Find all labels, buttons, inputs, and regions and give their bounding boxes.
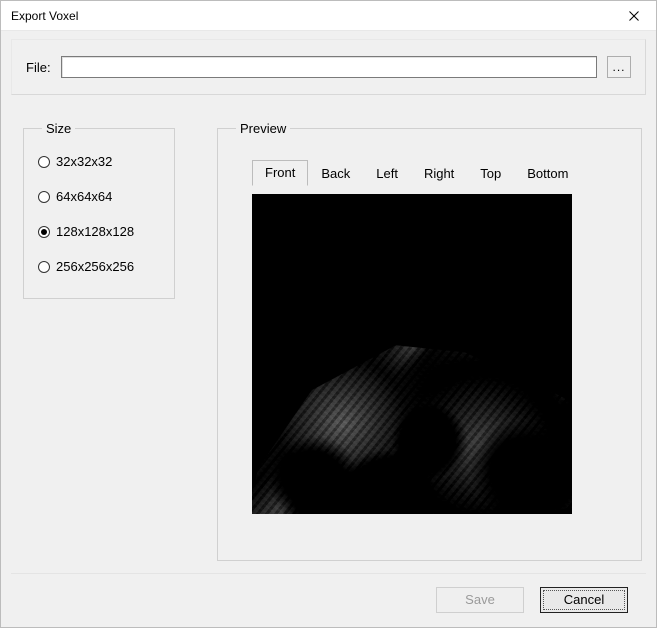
size-legend: Size (42, 121, 75, 136)
tab-top[interactable]: Top (473, 161, 508, 186)
titlebar: Export Voxel (1, 1, 656, 31)
dialog-button-row: Save Cancel (11, 573, 646, 617)
export-voxel-dialog: Export Voxel File: ... Size 32x32x32 64x6… (0, 0, 657, 628)
radio-indicator (38, 226, 50, 238)
radio-label: 256x256x256 (56, 259, 134, 274)
size-group: Size 32x32x32 64x64x64 128x128x128 256x256x… (23, 121, 175, 299)
window-title: Export Voxel (11, 9, 78, 23)
size-radio-64x64x64[interactable]: 64x64x64 (38, 189, 160, 204)
close-icon (629, 11, 639, 21)
radio-indicator (38, 191, 50, 203)
size-radio-256x256x256[interactable]: 256x256x256 (38, 259, 160, 274)
radio-label: 128x128x128 (56, 224, 134, 239)
browse-button[interactable]: ... (607, 56, 631, 78)
preview-legend: Preview (236, 121, 290, 136)
client-area: File: ... Size 32x32x32 64x64x64 128x128x1… (1, 31, 656, 627)
preview-image-wrap (252, 194, 607, 514)
save-button: Save (436, 587, 524, 613)
preview-group: Preview FrontBack Left Right Top Bottom (217, 121, 642, 561)
cancel-button[interactable]: Cancel (540, 587, 628, 613)
file-path-input[interactable] (61, 56, 597, 78)
size-radio-128x128x128[interactable]: 128x128x128 (38, 224, 160, 239)
voxel-terrain-render (252, 327, 572, 514)
tab-bottom[interactable]: Bottom (520, 161, 575, 186)
tab-right[interactable]: Right (417, 161, 461, 186)
radio-label: 64x64x64 (56, 189, 112, 204)
close-button[interactable] (611, 1, 656, 30)
tab-left[interactable]: Left (369, 161, 405, 186)
preview-viewport (252, 194, 572, 514)
size-radio-32x32x32[interactable]: 32x32x32 (38, 154, 160, 169)
radio-label: 32x32x32 (56, 154, 112, 169)
preview-tabstrip: FrontBack Left Right Top Bottom (252, 160, 627, 186)
radio-indicator (38, 156, 50, 168)
file-label: File: (26, 60, 51, 75)
body-row: Size 32x32x32 64x64x64 128x128x128 256x256x… (11, 121, 646, 573)
tab-front[interactable]: Front (252, 160, 308, 186)
size-radio-list: 32x32x32 64x64x64 128x128x128 256x256x256 (38, 154, 160, 274)
tab-back[interactable]: Back (314, 161, 357, 186)
file-row: File: ... (11, 39, 646, 95)
radio-indicator (38, 261, 50, 273)
